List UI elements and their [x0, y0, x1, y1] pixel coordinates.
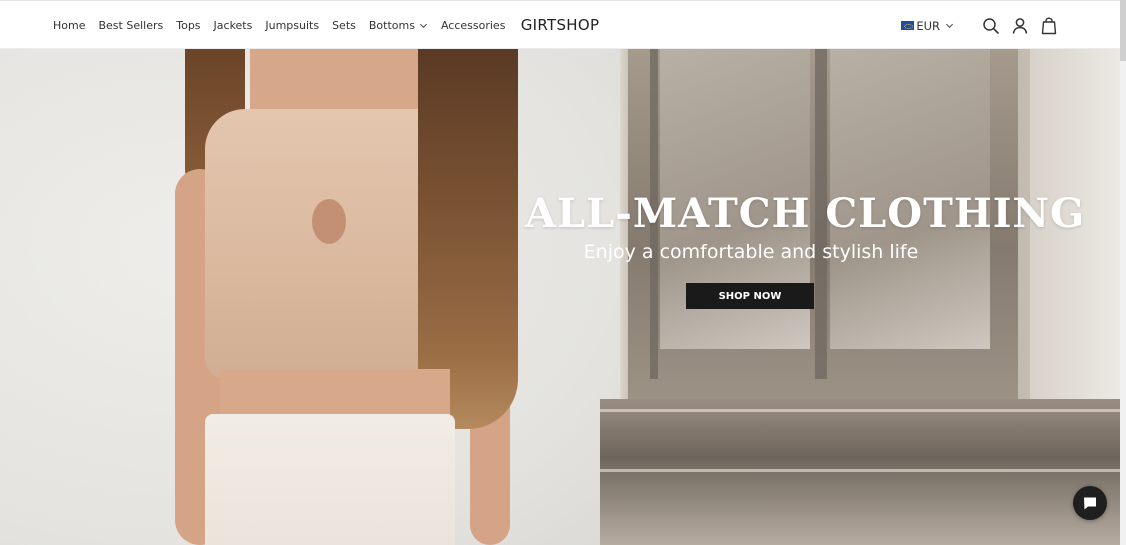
hero-text-block: ALL-MATCH CLOTHING Enjoy a comfortable a… [525, 190, 1086, 263]
chevron-down-icon [945, 23, 954, 29]
currency-selector[interactable]: EUR [901, 19, 954, 33]
nav-home[interactable]: Home [53, 19, 85, 32]
chat-button[interactable] [1073, 486, 1107, 520]
nav-tops[interactable]: Tops [176, 19, 200, 32]
cart-icon[interactable] [1039, 16, 1059, 36]
main-nav: Home Best Sellers Tops Jackets Jumpsuits… [53, 1, 518, 50]
header-tools: EUR [901, 1, 1059, 50]
hero-subtitle: Enjoy a comfortable and stylish life [583, 241, 919, 263]
currency-label: EUR [916, 18, 940, 33]
nav-bottoms[interactable]: Bottoms [369, 19, 428, 32]
model-midriff [220, 369, 450, 419]
scrollbar-thumb[interactable] [1120, 0, 1126, 61]
site-header: Home Best Sellers Tops Jackets Jumpsuits… [0, 0, 1120, 49]
nav-accessories[interactable]: Accessories [441, 19, 505, 32]
eu-flag-icon [901, 21, 915, 30]
chat-icon [1084, 497, 1096, 510]
nav-sets[interactable]: Sets [332, 19, 356, 32]
nav-jackets[interactable]: Jackets [214, 19, 253, 32]
nav-best-sellers[interactable]: Best Sellers [98, 19, 163, 32]
site-logo[interactable]: GIRTSHOP [521, 16, 600, 34]
nav-jumpsuits[interactable]: Jumpsuits [265, 19, 319, 32]
hero-banner[interactable] [0, 49, 1120, 545]
hero-title: ALL-MATCH CLOTHING [525, 190, 1086, 237]
model-top-keyhole [312, 199, 346, 244]
step-edge [600, 409, 1120, 412]
account-icon[interactable] [1010, 16, 1030, 36]
scrollbar[interactable] [1120, 0, 1126, 545]
search-icon[interactable] [981, 16, 1001, 36]
step-edge [600, 469, 1120, 472]
shop-now-button[interactable]: SHOP NOW [686, 283, 814, 309]
hero-background-steps [600, 399, 1120, 545]
chevron-down-icon [419, 23, 428, 29]
model-pants [205, 414, 455, 545]
